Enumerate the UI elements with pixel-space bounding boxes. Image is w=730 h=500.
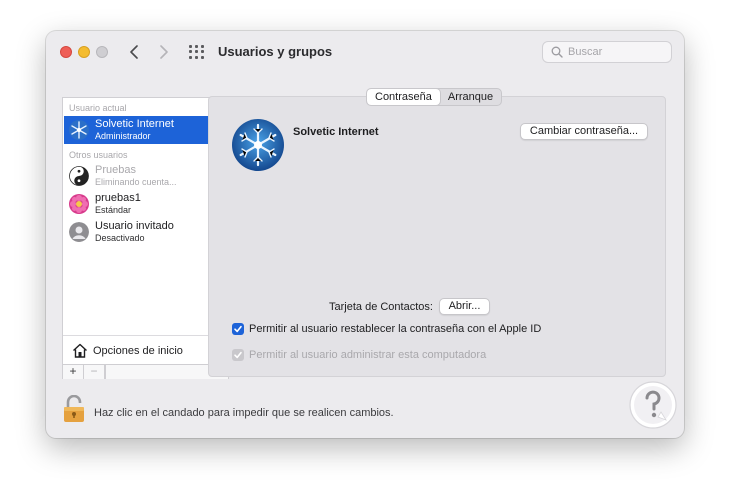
window-title: Usuarios y grupos bbox=[218, 44, 333, 59]
tab-password[interactable]: Contraseña bbox=[367, 89, 440, 105]
user-name: Pruebas bbox=[95, 164, 136, 176]
yin-yang-avatar-icon bbox=[69, 166, 89, 186]
user-row-pruebas1[interactable]: pruebas1 Estándar bbox=[64, 190, 228, 218]
search-field[interactable]: Buscar bbox=[542, 41, 672, 63]
user-avatar-large[interactable] bbox=[232, 119, 284, 171]
login-options-label: Opciones de inicio bbox=[93, 345, 183, 357]
login-options-item[interactable]: Opciones de inicio bbox=[63, 335, 228, 365]
minimize-window-button[interactable] bbox=[78, 46, 90, 58]
tab-bar: Contraseña Arranque bbox=[366, 88, 503, 106]
remove-user-button[interactable]: − bbox=[84, 365, 105, 379]
tab-startup[interactable]: Arranque bbox=[440, 89, 501, 105]
open-contacts-button[interactable]: Abrir... bbox=[439, 298, 490, 315]
reset-password-checkbox[interactable] bbox=[232, 323, 244, 335]
current-user-header: Usuario actual bbox=[69, 103, 127, 113]
search-placeholder: Buscar bbox=[568, 46, 603, 58]
titlebar: Usuarios y grupos Buscar bbox=[46, 31, 684, 77]
user-name: Usuario invitado bbox=[95, 220, 174, 232]
home-icon bbox=[73, 343, 87, 358]
flower-avatar-icon bbox=[69, 194, 89, 214]
lock-hint-text: Haz clic en el candado para impedir que … bbox=[94, 407, 394, 419]
user-row-guest[interactable]: Usuario invitado Desactivado bbox=[64, 218, 228, 246]
change-password-button[interactable]: Cambiar contraseña... bbox=[520, 123, 648, 140]
admin-checkbox bbox=[232, 349, 244, 361]
reset-password-label: Permitir al usuario restablecer la contr… bbox=[249, 323, 542, 335]
user-row-pruebas[interactable]: Pruebas Eliminando cuenta... bbox=[64, 162, 228, 190]
user-name: Solvetic Internet bbox=[95, 118, 174, 130]
other-users-header: Otros usuarios bbox=[69, 150, 128, 160]
footer-divider bbox=[105, 365, 106, 379]
close-window-button[interactable] bbox=[60, 46, 72, 58]
detail-user-name: Solvetic Internet bbox=[293, 126, 379, 138]
grid-icon[interactable] bbox=[189, 45, 205, 59]
user-role: Desactivado bbox=[95, 233, 145, 243]
contacts-card-label: Tarjeta de Contactos: bbox=[329, 301, 433, 313]
sidebar-footer: + − bbox=[63, 364, 228, 379]
forward-chevron-icon[interactable] bbox=[153, 40, 175, 64]
search-icon bbox=[551, 46, 563, 58]
watermark-logo bbox=[628, 380, 678, 430]
users-sidebar: Usuario actual Solvetic Internet Adminis… bbox=[62, 97, 229, 379]
snowflake-avatar-icon bbox=[69, 120, 89, 140]
checkmark-icon bbox=[234, 351, 242, 359]
checkmark-icon bbox=[234, 325, 242, 333]
back-chevron-icon[interactable] bbox=[123, 40, 145, 64]
admin-label: Permitir al usuario administrar esta com… bbox=[249, 349, 487, 361]
preferences-window: Usuarios y grupos Buscar Usuario actual … bbox=[46, 31, 684, 438]
lock-icon[interactable] bbox=[63, 394, 85, 423]
user-role: Eliminando cuenta... bbox=[95, 177, 177, 187]
user-role: Estándar bbox=[95, 205, 132, 215]
zoom-window-button[interactable] bbox=[96, 46, 108, 58]
user-name: pruebas1 bbox=[95, 192, 141, 204]
user-row-solvetic[interactable]: Solvetic Internet Administrador bbox=[64, 116, 228, 144]
add-user-button[interactable]: + bbox=[63, 365, 84, 379]
user-role: Administrador bbox=[95, 131, 151, 141]
person-avatar-icon bbox=[69, 222, 89, 242]
